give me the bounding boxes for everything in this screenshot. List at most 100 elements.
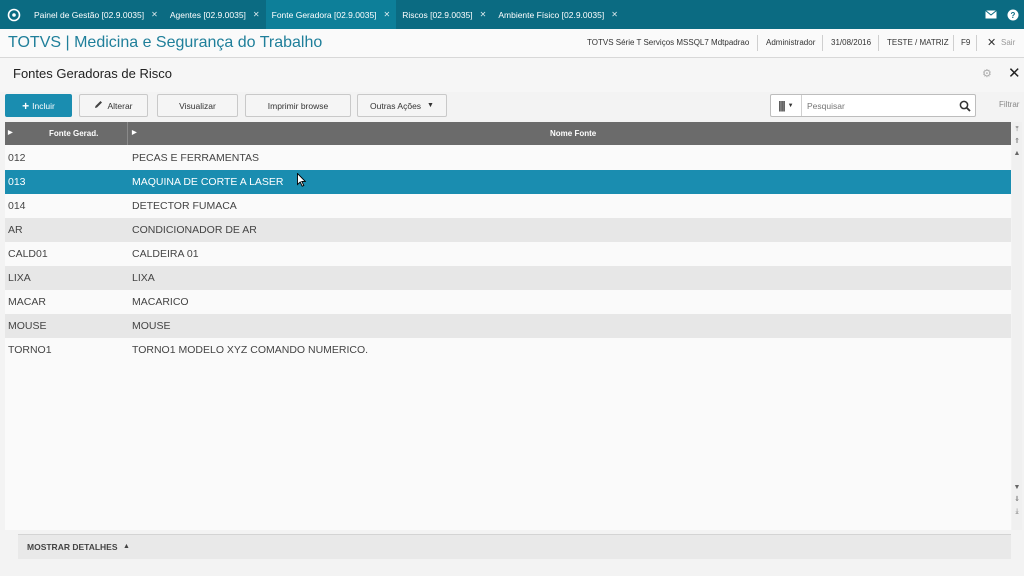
include-button[interactable]: + Incluir — [5, 94, 72, 117]
table-row[interactable]: MACAR MACARICO — [5, 290, 1011, 314]
tab-label: Ambiente Físico [02.9.0035] — [498, 9, 605, 20]
cell-name: MOUSE — [132, 320, 171, 332]
cell-name: MAQUINA DE CORTE A LASER — [132, 176, 284, 188]
details-footer[interactable]: MOSTRAR DETALHES ▲ — [18, 534, 1011, 559]
tab-agentes[interactable]: Agentes [02.9.0035] ✕ — [164, 0, 266, 29]
tab-riscos[interactable]: Riscos [02.9.0035] ✕ — [396, 0, 492, 29]
table-row[interactable]: AR CONDICIONADOR DE AR — [5, 218, 1011, 242]
chevron-up-icon[interactable]: ▲ — [123, 543, 130, 550]
user-label[interactable]: Administrador — [766, 38, 815, 47]
view-button[interactable]: Visualizar — [157, 94, 238, 117]
table-row[interactable]: MOUSE MOUSE — [5, 314, 1011, 338]
scroll-top-icon[interactable]: ⤒ — [1012, 124, 1022, 135]
divider — [822, 35, 823, 51]
mail-icon[interactable] — [980, 0, 1002, 29]
cell-name: MACARICO — [132, 296, 189, 308]
mouse-cursor-icon — [297, 172, 307, 192]
chevron-down-icon: ▼ — [427, 102, 434, 109]
cell-name: LIXA — [132, 272, 155, 284]
table-row[interactable]: 012 PECAS E FERRAMENTAS — [5, 146, 1011, 170]
tab-fonte-geradora[interactable]: Fonte Geradora [02.9.0035] ✕ — [265, 0, 397, 29]
cell-name: PECAS E FERRAMENTAS — [132, 152, 259, 164]
table-row[interactable]: LIXA LIXA — [5, 266, 1011, 290]
column-header-fonte-gerad[interactable]: Fonte Gerad. — [49, 129, 98, 138]
grid-scrollbar[interactable]: ⤒ ⇑ ▲ ▼ ⇓ ⤓ — [1012, 122, 1022, 530]
cell-code: 013 — [8, 176, 26, 188]
scroll-page-down-icon[interactable]: ⇓ — [1012, 494, 1022, 505]
filter-link[interactable]: Filtrar — [999, 100, 1019, 109]
edit-button[interactable]: Alterar — [79, 94, 148, 117]
scroll-up-icon[interactable]: ▲ — [1012, 148, 1022, 159]
close-icon[interactable]: ✕ — [151, 10, 158, 19]
column-menu-icon[interactable]: ▶ — [8, 129, 13, 136]
tab-painel-gestao[interactable]: Painel de Gestão [02.9.0035] ✕ — [28, 0, 164, 29]
date-label[interactable]: 31/08/2016 — [831, 38, 871, 47]
app-header: TOTVS | Medicina e Segurança do Trabalho… — [0, 29, 1024, 58]
totvs-logo-icon[interactable] — [0, 0, 28, 29]
close-icon[interactable]: ✕ — [611, 10, 618, 19]
page-header: Fontes Geradoras de Risco ⚙ ✕ — [0, 58, 1024, 92]
edit-button-label: Alterar — [107, 100, 133, 111]
scroll-down-icon[interactable]: ▼ — [1012, 482, 1022, 493]
search-column-select[interactable]: ||| ▼ — [771, 95, 802, 116]
scroll-page-up-icon[interactable]: ⇑ — [1012, 136, 1022, 147]
search-box: ||| ▼ — [770, 94, 976, 117]
divider — [953, 35, 954, 51]
print-browse-button-label: Imprimir browse — [267, 100, 329, 111]
cell-name: DETECTOR FUMACA — [132, 200, 237, 212]
cell-code: AR — [8, 224, 23, 236]
cell-name: CONDICIONADOR DE AR — [132, 224, 257, 236]
plus-icon: + — [22, 98, 30, 113]
exit-icon[interactable]: ✕ — [987, 36, 996, 49]
grid-header: ▶ Fonte Gerad. ▶ Nome Fonte — [5, 122, 1011, 145]
close-icon[interactable]: ✕ — [384, 10, 391, 19]
table-row[interactable]: 014 DETECTOR FUMACA — [5, 194, 1011, 218]
settings-gear-icon[interactable]: ⚙ — [982, 67, 992, 80]
tab-label: Fonte Geradora [02.9.0035] — [271, 9, 377, 20]
branch-label[interactable]: TESTE / MATRIZ — [887, 38, 949, 47]
exit-label[interactable]: Sair — [1001, 38, 1015, 47]
table-row-selected[interactable]: 013 MAQUINA DE CORTE A LASER — [5, 170, 1011, 194]
column-menu-icon[interactable]: ▶ — [132, 129, 137, 136]
shortcut-label[interactable]: F9 — [961, 38, 970, 47]
svg-text:?: ? — [1011, 11, 1016, 20]
pencil-icon — [94, 100, 103, 111]
cell-code: MOUSE — [8, 320, 47, 332]
app-title: TOTVS | Medicina e Segurança do Trabalho — [8, 34, 323, 51]
cell-code: TORNO1 — [8, 344, 52, 356]
column-header-nome-fonte[interactable]: Nome Fonte — [550, 129, 596, 138]
cell-code: MACAR — [8, 296, 46, 308]
divider — [976, 35, 977, 51]
other-actions-button-label: Outras Ações — [370, 100, 422, 111]
table-row[interactable]: TORNO1 TORNO1 MODELO XYZ COMANDO NUMERIC… — [5, 338, 1011, 362]
cell-code: 014 — [8, 200, 26, 212]
close-page-icon[interactable]: ✕ — [1008, 64, 1021, 82]
other-actions-button[interactable]: Outras Ações ▼ — [357, 94, 447, 117]
cell-code: 012 — [8, 152, 26, 164]
column-divider[interactable] — [127, 122, 128, 145]
close-icon[interactable]: ✕ — [480, 10, 487, 19]
cell-code: LIXA — [8, 272, 31, 284]
tab-ambiente-fisico[interactable]: Ambiente Físico [02.9.0035] ✕ — [492, 0, 624, 29]
table-row[interactable]: CALD01 CALDEIRA 01 — [5, 242, 1011, 266]
search-icon[interactable] — [959, 99, 971, 117]
show-details-label[interactable]: MOSTRAR DETALHES — [27, 542, 118, 552]
scroll-bottom-icon[interactable]: ⤓ — [1012, 506, 1022, 517]
tab-label: Riscos [02.9.0035] — [402, 9, 473, 20]
cell-name: TORNO1 MODELO XYZ COMANDO NUMERICO. — [132, 344, 369, 356]
include-button-label: Incluir — [32, 100, 55, 111]
tab-label: Painel de Gestão [02.9.0035] — [34, 9, 145, 20]
environment-label: TOTVS Série T Serviços MSSQL7 Mdtpadrao — [587, 38, 750, 47]
columns-icon: ||| — [778, 99, 785, 112]
help-icon[interactable]: ? — [1002, 0, 1024, 29]
top-tab-bar: Painel de Gestão [02.9.0035] ✕ Agentes [0… — [0, 0, 1024, 29]
close-icon[interactable]: ✕ — [253, 10, 260, 19]
search-input[interactable] — [805, 97, 955, 115]
cell-name: CALDEIRA 01 — [132, 248, 199, 260]
chevron-down-icon: ▼ — [787, 102, 794, 109]
view-button-label: Visualizar — [179, 100, 216, 111]
data-grid: ▶ Fonte Gerad. ▶ Nome Fonte 012 PECAS E … — [5, 122, 1011, 530]
divider — [757, 35, 758, 51]
page-title: Fontes Geradoras de Risco — [13, 66, 172, 81]
print-browse-button[interactable]: Imprimir browse — [245, 94, 351, 117]
